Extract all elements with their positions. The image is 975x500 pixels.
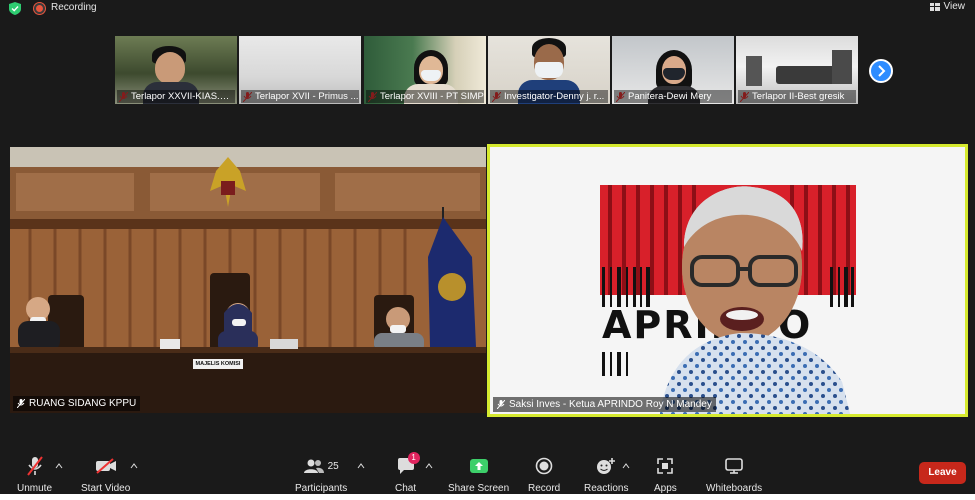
courtroom-scene — [10, 147, 486, 413]
apps-label: Apps — [654, 483, 677, 494]
record-icon — [535, 457, 553, 475]
mic-muted-icon — [26, 456, 43, 476]
participant-thumbnail[interactable]: Terlapor XXVII-KIAS.St... — [115, 36, 237, 104]
unmute-button[interactable]: Unmute — [17, 455, 52, 494]
chevron-up-icon[interactable] — [55, 462, 63, 470]
top-bar: Recording View — [0, 0, 975, 18]
reactions-button[interactable]: Reactions — [584, 455, 628, 494]
taskbar-edge — [0, 494, 975, 500]
zoom-meeting-window: Recording View Terlapor XXVII-KIAS.St...… — [0, 0, 975, 500]
record-button[interactable]: Record — [528, 455, 560, 494]
share-screen-icon — [469, 459, 488, 473]
unmute-label: Unmute — [17, 483, 53, 494]
participants-button[interactable]: 25 Participants — [295, 455, 347, 494]
reactions-label: Reactions — [584, 483, 629, 494]
video-name-label: RUANG SIDANG KPPU — [13, 396, 141, 411]
participant-thumbnail[interactable]: Panitera-Dewi Mery — [612, 36, 734, 104]
emoji-plus-icon — [597, 458, 616, 474]
chat-label: Chat — [395, 483, 417, 494]
speaker-foreground — [660, 186, 850, 414]
chevron-up-icon[interactable] — [622, 462, 630, 470]
participants-icon — [303, 459, 324, 473]
start-video-button[interactable]: Start Video — [81, 455, 130, 494]
recording-label: Recording — [51, 2, 97, 13]
whiteboard-icon — [725, 458, 743, 474]
meeting-toolbar: Unmute Start Video 25 Participants 1 Cha… — [0, 450, 975, 500]
participant-thumbnail[interactable]: Terlapor XVIII - PT SIMP — [364, 36, 486, 104]
chevron-right-icon — [878, 65, 886, 77]
participant-thumbnail-strip: Terlapor XXVII-KIAS.St... Terlapor XVII … — [115, 36, 860, 104]
participant-thumbnail[interactable]: Investigator-Denny j. r... — [488, 36, 610, 104]
participant-name: Terlapor II-Best gresik — [738, 90, 856, 103]
participants-count: 25 — [327, 460, 339, 472]
participant-thumbnail[interactable]: Terlapor XVII - Primus ... — [239, 36, 361, 104]
whiteboards-button[interactable]: Whiteboards — [706, 455, 762, 494]
video-name-label: Saksi Inves - Ketua APRINDO Roy N Mandey — [493, 397, 716, 412]
participant-name: Saksi Inves - Ketua APRINDO Roy N Mandey — [509, 399, 712, 410]
chevron-up-icon[interactable] — [425, 462, 433, 470]
whiteboards-label: Whiteboards — [706, 483, 763, 494]
share-screen-button[interactable]: Share Screen — [448, 455, 509, 494]
active-speaker-video[interactable]: APRINDO Saksi Inves - Ketua APRINDO Roy … — [487, 144, 968, 417]
mic-muted-icon — [17, 399, 25, 408]
record-label: Record — [528, 483, 561, 494]
leave-button[interactable]: Leave — [919, 462, 966, 484]
security-shield-icon[interactable] — [9, 2, 21, 15]
participants-label: Participants — [295, 483, 348, 494]
mic-muted-icon — [497, 400, 505, 409]
view-label: View — [943, 1, 966, 12]
participant-name: Terlapor XVII - Primus ... — [241, 90, 359, 103]
participant-name: Terlapor XXVII-KIAS.St... — [117, 90, 235, 103]
recording-indicator-icon[interactable] — [34, 3, 45, 14]
video-off-icon — [95, 458, 116, 474]
next-page-button[interactable] — [869, 59, 893, 83]
start-video-label: Start Video — [81, 483, 131, 494]
apps-icon — [657, 458, 674, 474]
chat-unread-badge: 1 — [407, 452, 420, 464]
participant-name: RUANG SIDANG KPPU — [29, 398, 137, 409]
chat-button[interactable]: 1 Chat — [395, 452, 420, 494]
chevron-up-icon[interactable] — [130, 462, 138, 470]
participant-name: Terlapor XVIII - PT SIMP — [366, 90, 484, 103]
chevron-up-icon[interactable] — [357, 462, 365, 470]
share-screen-label: Share Screen — [448, 483, 510, 494]
bench-nameplate: MAJELIS KOMISI — [193, 359, 243, 369]
participant-thumbnail[interactable]: Terlapor II-Best gresik — [736, 36, 858, 104]
courtroom-video[interactable]: MAJELIS KOMISI RUANG SIDANG KPPU — [10, 147, 486, 413]
participant-name: Panitera-Dewi Mery — [614, 90, 732, 103]
view-button[interactable]: View — [929, 1, 966, 12]
apps-button[interactable]: Apps — [654, 455, 677, 494]
participant-name: Investigator-Denny j. r... — [490, 90, 608, 103]
grid-view-icon — [929, 2, 940, 11]
